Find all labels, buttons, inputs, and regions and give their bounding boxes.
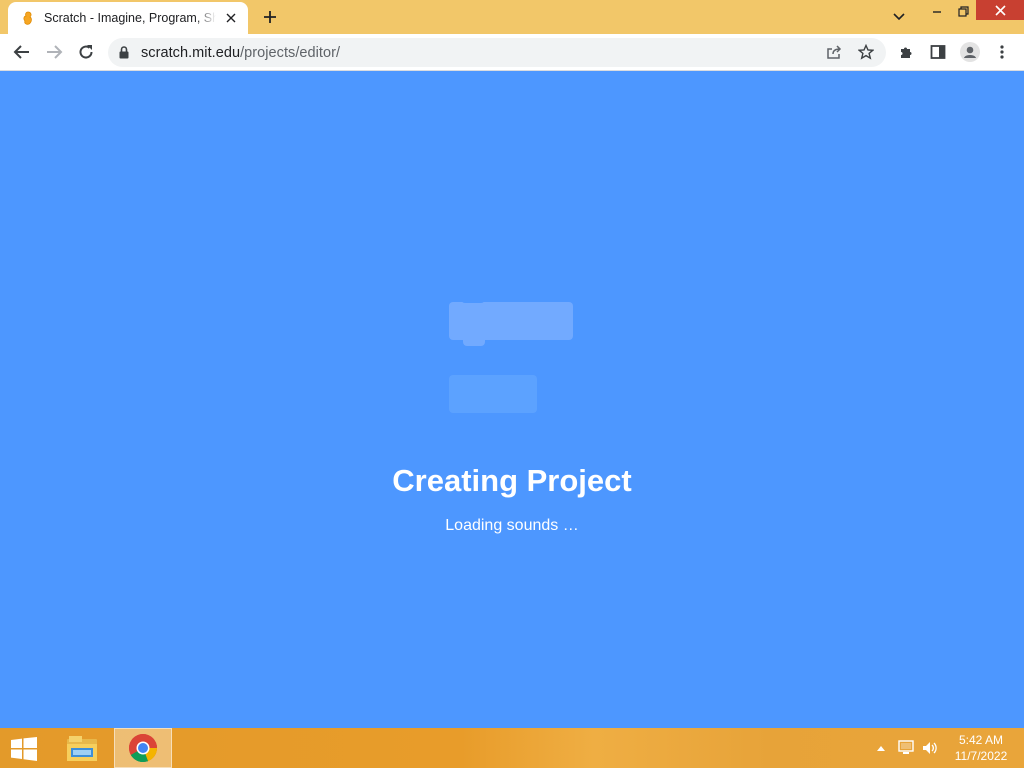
browser-tab[interactable]: Scratch - Imagine, Program, Share bbox=[8, 2, 248, 34]
restore-icon[interactable] bbox=[950, 0, 976, 22]
profile-icon[interactable] bbox=[956, 39, 984, 65]
lock-icon[interactable] bbox=[119, 46, 133, 59]
side-panel-icon[interactable] bbox=[924, 39, 952, 65]
forward-icon[interactable] bbox=[40, 39, 68, 65]
loading-block-tab bbox=[463, 339, 485, 346]
windows-start-icon[interactable] bbox=[10, 737, 38, 761]
scratch-cat-icon bbox=[22, 11, 34, 25]
minimize-icon[interactable] bbox=[924, 0, 950, 22]
volume-icon[interactable] bbox=[920, 728, 940, 768]
scratch-loading-screen: Creating Project Loading sounds … bbox=[0, 71, 1024, 728]
windows-taskbar: 5:42 AM 11/7/2022 bbox=[0, 728, 1024, 768]
close-window-icon[interactable] bbox=[976, 0, 1024, 20]
browser-toolbar: scratch.mit.edu/projects/editor/ bbox=[0, 34, 1024, 71]
loading-block-top bbox=[449, 302, 573, 340]
share-icon[interactable] bbox=[820, 39, 848, 65]
system-clock[interactable]: 5:42 AM 11/7/2022 bbox=[946, 732, 1016, 764]
clock-time: 5:42 AM bbox=[958, 733, 1004, 747]
back-icon[interactable] bbox=[8, 39, 36, 65]
address-bar[interactable]: scratch.mit.edu/projects/editor/ bbox=[108, 38, 886, 67]
loading-block-notch bbox=[461, 297, 485, 303]
url-host: scratch.mit.edu bbox=[141, 44, 241, 61]
tab-title: Scratch - Imagine, Program, Share bbox=[44, 11, 216, 25]
clock-date: 11/7/2022 bbox=[954, 749, 1008, 763]
star-icon[interactable] bbox=[852, 39, 880, 65]
new-tab-icon[interactable] bbox=[258, 6, 282, 28]
chrome-icon[interactable] bbox=[114, 728, 172, 768]
tab-close-icon[interactable] bbox=[222, 9, 240, 27]
menu-icon[interactable] bbox=[988, 39, 1016, 65]
tab-search-icon[interactable] bbox=[886, 6, 912, 28]
url-path: /projects/editor/ bbox=[240, 44, 341, 61]
extensions-icon[interactable] bbox=[892, 39, 920, 65]
file-explorer-icon[interactable] bbox=[54, 728, 110, 768]
loading-block-bottom bbox=[449, 375, 537, 413]
network-icon[interactable] bbox=[896, 728, 916, 768]
url-text: scratch.mit.edu/projects/editor/ bbox=[141, 45, 340, 61]
loading-title: Creating Project bbox=[392, 463, 632, 498]
show-hidden-icons-icon[interactable] bbox=[874, 728, 888, 768]
reload-icon[interactable] bbox=[72, 39, 100, 65]
tab-strip: Scratch - Imagine, Program, Share bbox=[0, 0, 1024, 34]
loading-status: Loading sounds … bbox=[445, 517, 579, 534]
